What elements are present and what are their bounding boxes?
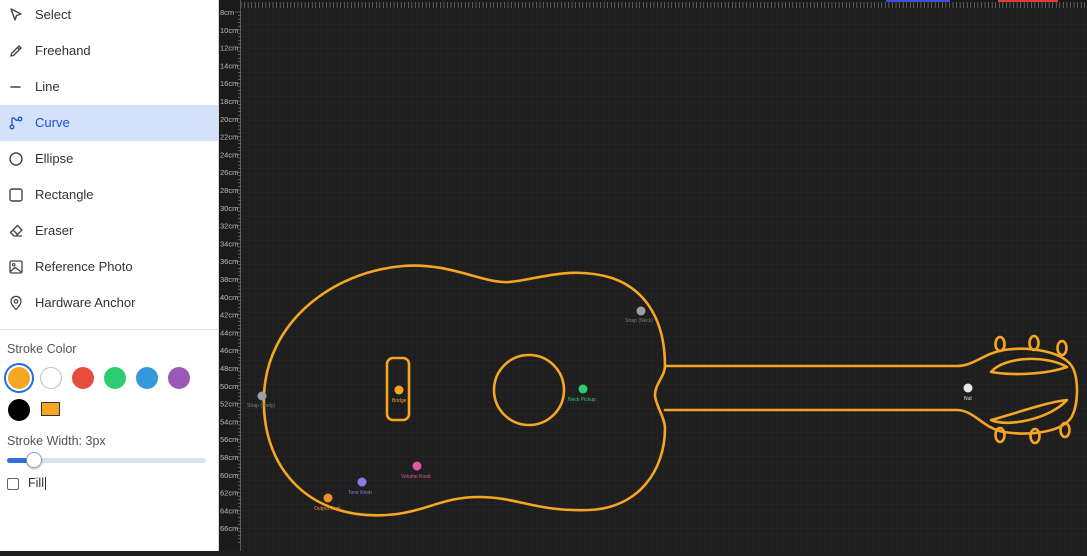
stroke-width-label: Stroke Width: 3px [7, 434, 106, 448]
ruler-label: 54cm [220, 417, 238, 426]
tool-reference-photo[interactable]: Reference Photo [0, 249, 218, 285]
ruler-label: 64cm [220, 506, 238, 515]
drawing-canvas[interactable]: 8cm 10cm 12cm 14cm 16cm 18cm 20cm 22cm 24cm 26cm 2… [219, 0, 1087, 551]
anchor-label: Bridge [392, 398, 407, 404]
tool-freehand[interactable]: Freehand [0, 33, 218, 69]
anchor-label: Strap (Neck) [625, 318, 653, 324]
anchor-marker[interactable] [412, 461, 422, 471]
ruler-label: 38cm [220, 275, 238, 284]
line-icon [10, 86, 21, 88]
eraser-icon [9, 224, 23, 237]
ruler-label: 18cm [220, 97, 238, 106]
anchor-label: Nut [964, 396, 972, 402]
ruler-label: 32cm [220, 222, 238, 231]
canvas-grid [241, 8, 1087, 551]
ruler-label: 26cm [220, 168, 238, 177]
tool-label: Curve [35, 115, 70, 130]
anchor-label: Tone Knob [348, 490, 372, 496]
ruler-label: 10cm [220, 26, 238, 35]
anchor-marker[interactable] [257, 391, 267, 401]
anchor-label: Output Jack [314, 506, 341, 512]
ruler-label: 8cm [220, 8, 234, 17]
tool-label: Freehand [35, 43, 91, 58]
anchor-label: Strap (Body) [247, 403, 275, 409]
anchor-marker[interactable] [394, 385, 404, 395]
tool-rectangle[interactable]: Rectangle [0, 177, 218, 213]
anchor-marker[interactable] [323, 493, 333, 503]
anchor-label: Neck Pickup [568, 397, 596, 403]
ruler-label: 50cm [220, 382, 238, 391]
image-icon [9, 260, 23, 274]
ellipse-icon [9, 152, 23, 166]
ruler-label: 22cm [220, 133, 238, 142]
ruler-label: 16cm [220, 79, 238, 88]
anchor-marker[interactable] [963, 383, 973, 393]
tool-label: Hardware Anchor [35, 295, 136, 310]
map-pin-icon [10, 295, 22, 311]
ruler-label: 48cm [220, 364, 238, 373]
ruler-label: 42cm [220, 311, 238, 320]
color-swatch[interactable] [136, 367, 158, 389]
slider-thumb[interactable] [25, 452, 42, 468]
tool-line[interactable]: Line [0, 69, 218, 105]
ruler-label: 36cm [220, 257, 238, 266]
ruler-label: 30cm [220, 204, 238, 213]
ruler-label: 60cm [220, 471, 238, 480]
pointer-icon [10, 8, 22, 21]
stroke-width-slider[interactable] [7, 452, 206, 468]
tool-eraser[interactable]: Eraser [0, 213, 218, 249]
custom-color-picker[interactable] [41, 402, 60, 416]
ruler-label: 46cm [220, 346, 238, 355]
canvas-svg[interactable]: 8cm 10cm 12cm 14cm 16cm 18cm 20cm 22cm 24cm 26cm 2… [219, 0, 1087, 551]
anchor-marker[interactable] [357, 477, 367, 487]
color-swatch[interactable] [72, 367, 94, 389]
left-ruler: 8cm 10cm 12cm 14cm 16cm 18cm 20cm 22cm 24cm 26cm 2… [219, 0, 241, 551]
ruler-label: 24cm [220, 150, 238, 159]
tool-label: Rectangle [35, 187, 94, 202]
anchor-label: Volume Knob [401, 474, 431, 480]
ruler-label: 14cm [220, 61, 238, 70]
color-swatch[interactable] [168, 367, 190, 389]
fill-label: Fill [28, 476, 46, 491]
tool-label: Ellipse [35, 151, 74, 166]
ruler-label: 58cm [220, 453, 238, 462]
ruler-label: 52cm [220, 400, 238, 409]
ruler-label: 12cm [220, 44, 238, 53]
stroke-color-label: Stroke Color [7, 342, 77, 356]
pencil-icon [10, 45, 22, 57]
tool-label: Select [35, 7, 72, 22]
tool-label: Line [35, 79, 60, 94]
ruler-label: 28cm [220, 186, 238, 195]
tool-sidebar: Select Freehand Line Curve Ellipse Recta… [0, 0, 219, 551]
tool-ellipse[interactable]: Ellipse [0, 141, 218, 177]
view-indicator [998, 0, 1058, 2]
tool-curve[interactable]: Curve [0, 105, 218, 141]
color-swatch[interactable] [104, 367, 126, 389]
tool-select[interactable]: Select [0, 0, 218, 33]
sidebar-divider [0, 329, 218, 330]
ruler-label: 66cm [220, 524, 238, 533]
top-ruler [219, 0, 1087, 8]
anchor-marker[interactable] [578, 384, 588, 394]
tool-hardware-anchor[interactable]: Hardware Anchor [0, 285, 218, 321]
ruler-label: 20cm [220, 115, 238, 124]
ruler-label: 62cm [220, 489, 238, 498]
ruler-label: 34cm [220, 239, 238, 248]
rectangle-icon [9, 188, 23, 202]
ruler-label: 40cm [220, 293, 238, 302]
curve-icon [9, 116, 23, 130]
color-swatch[interactable] [8, 367, 30, 389]
anchor-marker[interactable] [636, 306, 646, 316]
tool-label: Reference Photo [35, 259, 133, 274]
fill-checkbox[interactable] [7, 478, 19, 490]
color-swatch[interactable] [40, 367, 62, 389]
ruler-label: 44cm [220, 328, 238, 337]
ruler-label: 56cm [220, 435, 238, 444]
view-indicator [886, 0, 950, 2]
color-swatch[interactable] [8, 399, 30, 421]
tool-label: Eraser [35, 223, 74, 238]
